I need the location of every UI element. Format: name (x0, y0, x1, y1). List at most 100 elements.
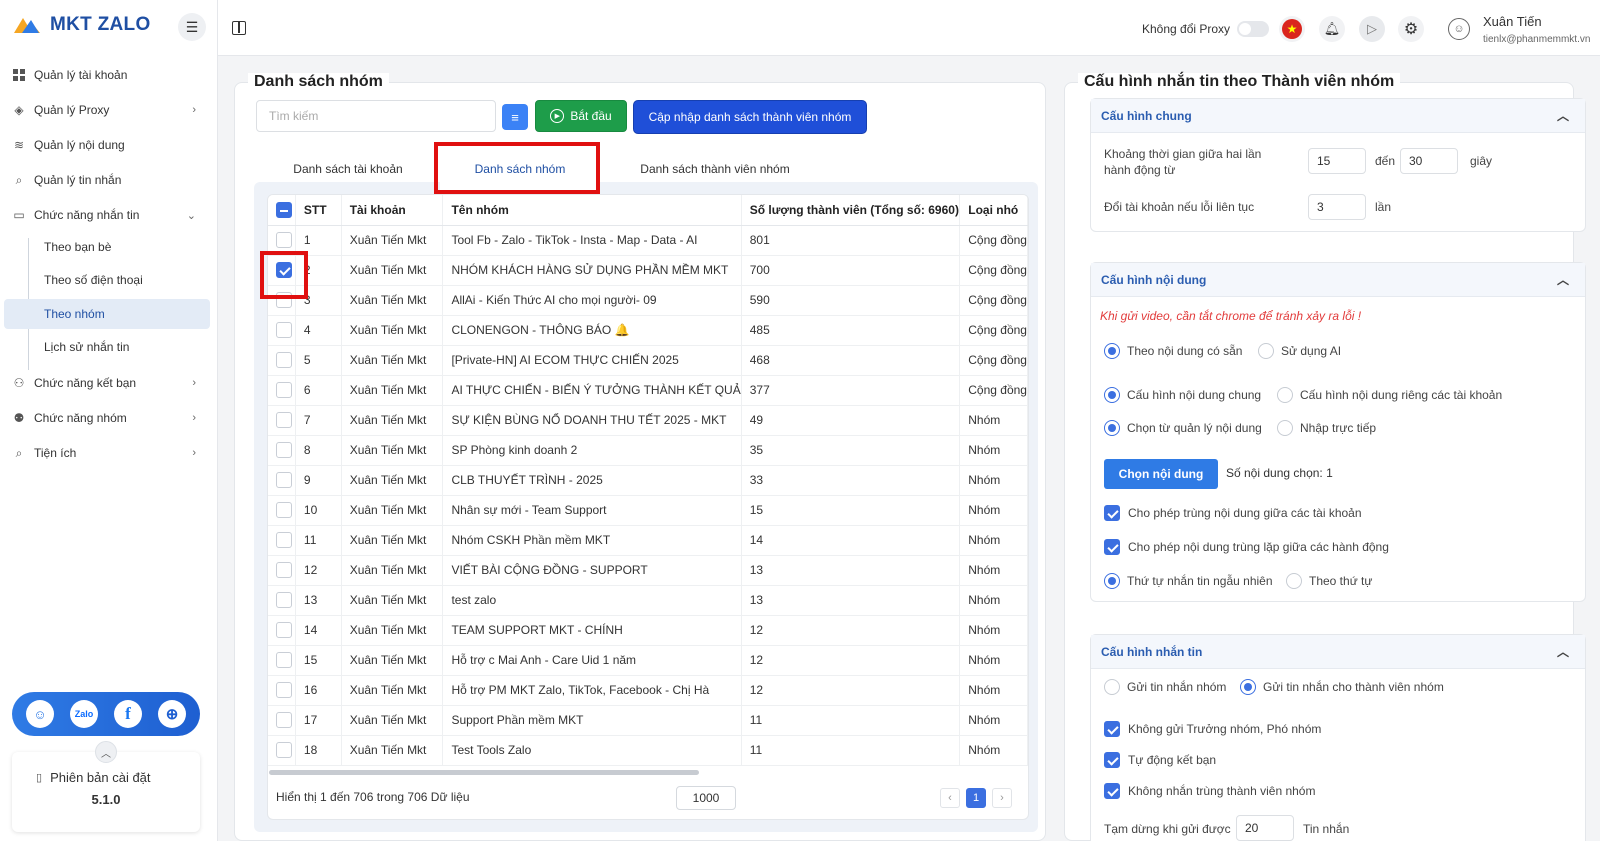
sidebar-item-friend[interactable]: ⚇ Chức năng kết bạn › (8, 368, 210, 398)
layout-toggle-icon[interactable] (232, 21, 246, 35)
sidebar-subitem-groups[interactable]: Theo nhóm (4, 299, 210, 329)
radio-existing-content[interactable]: Theo nội dung có sẵn (1104, 343, 1242, 359)
row-checkbox[interactable] (276, 682, 292, 698)
check-skip-admins[interactable]: Không gửi Trưởng nhóm, Phó nhóm (1104, 721, 1321, 737)
choose-content-button[interactable]: Chọn nội dung (1104, 459, 1218, 489)
row-checkbox[interactable] (276, 472, 292, 488)
table-row[interactable]: 4 Xuân Tiến Mkt CLONENGON - THÔNG BÁO 🔔 485… (268, 315, 1028, 346)
sidebar-item-proxy[interactable]: ◈ Quản lý Proxy › (8, 95, 210, 125)
table-row[interactable]: 10 Xuân Tiến Mkt Nhân sự mới - Team Suppor… (268, 495, 1028, 526)
vietnam-flag-icon[interactable]: ★ (1279, 16, 1305, 42)
facebook-icon[interactable]: f (114, 700, 142, 728)
table-row[interactable]: 3 Xuân Tiến Mkt AllAi - Kiến Thức AI cho m… (268, 285, 1028, 316)
table-row[interactable]: 13 Xuân Tiến Mkt test zalo 13 Nhóm (268, 585, 1028, 616)
row-select-cell[interactable] (268, 435, 296, 466)
select-all-checkbox[interactable] (276, 201, 292, 218)
sidebar-subitem-history[interactable]: Lịch sử nhắn tin (28, 332, 210, 362)
col-header-group-name[interactable]: Tên nhóm (442, 195, 742, 226)
row-checkbox[interactable] (276, 592, 292, 608)
row-select-cell[interactable] (268, 555, 296, 586)
table-row[interactable]: 2 Xuân Tiến Mkt NHÓM KHÁCH HÀNG SỬ DỤNG PH… (268, 255, 1028, 286)
bell-icon[interactable]: 🔔︎ (1319, 16, 1345, 42)
tab-accounts[interactable]: Danh sách tài khoản (268, 152, 428, 186)
gear-icon[interactable]: ⚙ (1398, 16, 1424, 42)
row-select-cell[interactable] (268, 375, 296, 406)
page-size-select[interactable]: 1000 (676, 786, 736, 810)
table-row[interactable]: 15 Xuân Tiến Mkt Hỗ trợ c Mai Anh - Care U… (268, 645, 1028, 676)
col-header-member-count[interactable]: Số lượng thành viên (Tổng số: 6960) (741, 195, 961, 226)
message-config-header[interactable]: Cấu hình nhắn tin ︿ (1091, 635, 1585, 669)
support-icon[interactable]: ☺ (26, 700, 54, 728)
switch-account-input[interactable]: 3 (1308, 194, 1366, 220)
row-checkbox[interactable] (276, 412, 292, 428)
sidebar-item-utilities[interactable]: ⌕ Tiện ích › (8, 438, 210, 468)
row-checkbox[interactable] (276, 502, 292, 518)
radio-dot[interactable] (1277, 420, 1293, 436)
row-checkbox[interactable] (276, 322, 292, 338)
col-header-stt[interactable]: STT (295, 195, 342, 226)
radio-sequential-order[interactable]: Theo thứ tự (1286, 573, 1372, 589)
interval-from-input[interactable]: 15 (1308, 148, 1366, 174)
next-page-button[interactable]: › (992, 788, 1012, 808)
checkbox[interactable] (1104, 752, 1120, 768)
row-checkbox[interactable] (276, 652, 292, 668)
zalo-icon[interactable]: Zalo (70, 700, 98, 728)
table-row[interactable]: 18 Xuân Tiến Mkt Test Tools Zalo 11 Nhóm (268, 735, 1028, 766)
radio-use-ai[interactable]: Sử dụng AI (1258, 343, 1341, 359)
check-allow-dup-accounts[interactable]: Cho phép trùng nội dung giữa các tài kho… (1104, 505, 1362, 521)
chevron-up-icon[interactable]: ︿ (1557, 107, 1569, 124)
table-row[interactable]: 17 Xuân Tiến Mkt Support Phần mềm MKT 11 Nhó… (268, 705, 1028, 736)
avatar[interactable]: ☺ (1448, 18, 1470, 40)
row-select-cell[interactable] (268, 405, 296, 436)
row-checkbox[interactable] (276, 742, 292, 758)
table-row[interactable]: 6 Xuân Tiến Mkt AI THỰC CHIẾN - BIẾN Ý TƯỞ… (268, 375, 1028, 406)
row-select-cell[interactable] (268, 675, 296, 706)
col-header-group-type[interactable]: Loại nhó (959, 195, 1028, 226)
table-row[interactable]: 8 Xuân Tiến Mkt SP Phòng kinh doanh 2 35 Nhó… (268, 435, 1028, 466)
row-checkbox[interactable] (276, 352, 292, 368)
row-checkbox[interactable] (276, 712, 292, 728)
check-auto-friend[interactable]: Tự động kết bạn (1104, 752, 1216, 768)
radio-dot[interactable] (1240, 679, 1256, 695)
check-no-dup-members[interactable]: Không nhắn trùng thành viên nhóm (1104, 783, 1315, 799)
sidebar-subitem-friends[interactable]: Theo bạn bè (28, 232, 210, 262)
table-row[interactable]: 12 Xuân Tiến Mkt VIẾT BÀI CỘNG ĐỒNG - SUPP… (268, 555, 1028, 586)
check-allow-dup-actions[interactable]: Cho phép nội dung trùng lặp giữa các hàn… (1104, 539, 1389, 555)
row-checkbox[interactable] (276, 232, 292, 248)
radio-dot[interactable] (1258, 343, 1274, 359)
row-select-cell[interactable] (268, 465, 296, 496)
menu-toggle-icon[interactable]: ☰ (178, 13, 206, 41)
radio-dot[interactable] (1104, 679, 1120, 695)
proxy-toggle[interactable] (1237, 21, 1269, 37)
row-select-cell[interactable] (268, 585, 296, 616)
row-select-cell[interactable] (268, 735, 296, 766)
radio-direct-input[interactable]: Nhập trực tiếp (1277, 420, 1376, 436)
sidebar-item-accounts[interactable]: Quản lý tài khoản (8, 60, 210, 90)
row-checkbox[interactable] (276, 622, 292, 638)
row-checkbox[interactable] (276, 382, 292, 398)
content-config-header[interactable]: Cấu hình nội dung ︿ (1091, 263, 1585, 297)
radio-dot[interactable] (1104, 573, 1120, 589)
row-select-cell[interactable] (268, 525, 296, 556)
table-row[interactable]: 9 Xuân Tiến Mkt CLB THUYẾT TRÌNH - 2025 33 N… (268, 465, 1028, 496)
row-select-cell[interactable] (268, 345, 296, 376)
radio-send-members[interactable]: Gửi tin nhắn cho thành viên nhóm (1240, 679, 1444, 695)
filter-button[interactable]: ≡ (502, 104, 528, 130)
col-header-account[interactable]: Tài khoản (341, 195, 444, 226)
row-checkbox[interactable] (276, 532, 292, 548)
update-members-button[interactable]: Cập nhập danh sách thành viên nhóm (633, 100, 867, 134)
radio-send-group[interactable]: Gửi tin nhắn nhóm (1104, 679, 1226, 695)
horizontal-scrollbar[interactable] (269, 770, 699, 775)
row-checkbox[interactable] (276, 442, 292, 458)
radio-dot[interactable] (1286, 573, 1302, 589)
start-button[interactable]: ▶ Bắt đầu (535, 100, 627, 132)
radio-dot[interactable] (1277, 387, 1293, 403)
globe-icon[interactable]: ⊕ (158, 700, 186, 728)
row-checkbox[interactable] (276, 562, 292, 578)
row-select-cell[interactable] (268, 495, 296, 526)
sidebar-item-messages[interactable]: ⌕ Quản lý tin nhắn (8, 165, 210, 195)
collapse-up-icon[interactable]: ︿ (95, 741, 117, 763)
radio-dot[interactable] (1104, 420, 1120, 436)
table-row[interactable]: 14 Xuân Tiến Mkt TEAM SUPPORT MKT - CHÍNH 1… (268, 615, 1028, 646)
app-logo[interactable]: MKT ZALO (12, 14, 151, 36)
